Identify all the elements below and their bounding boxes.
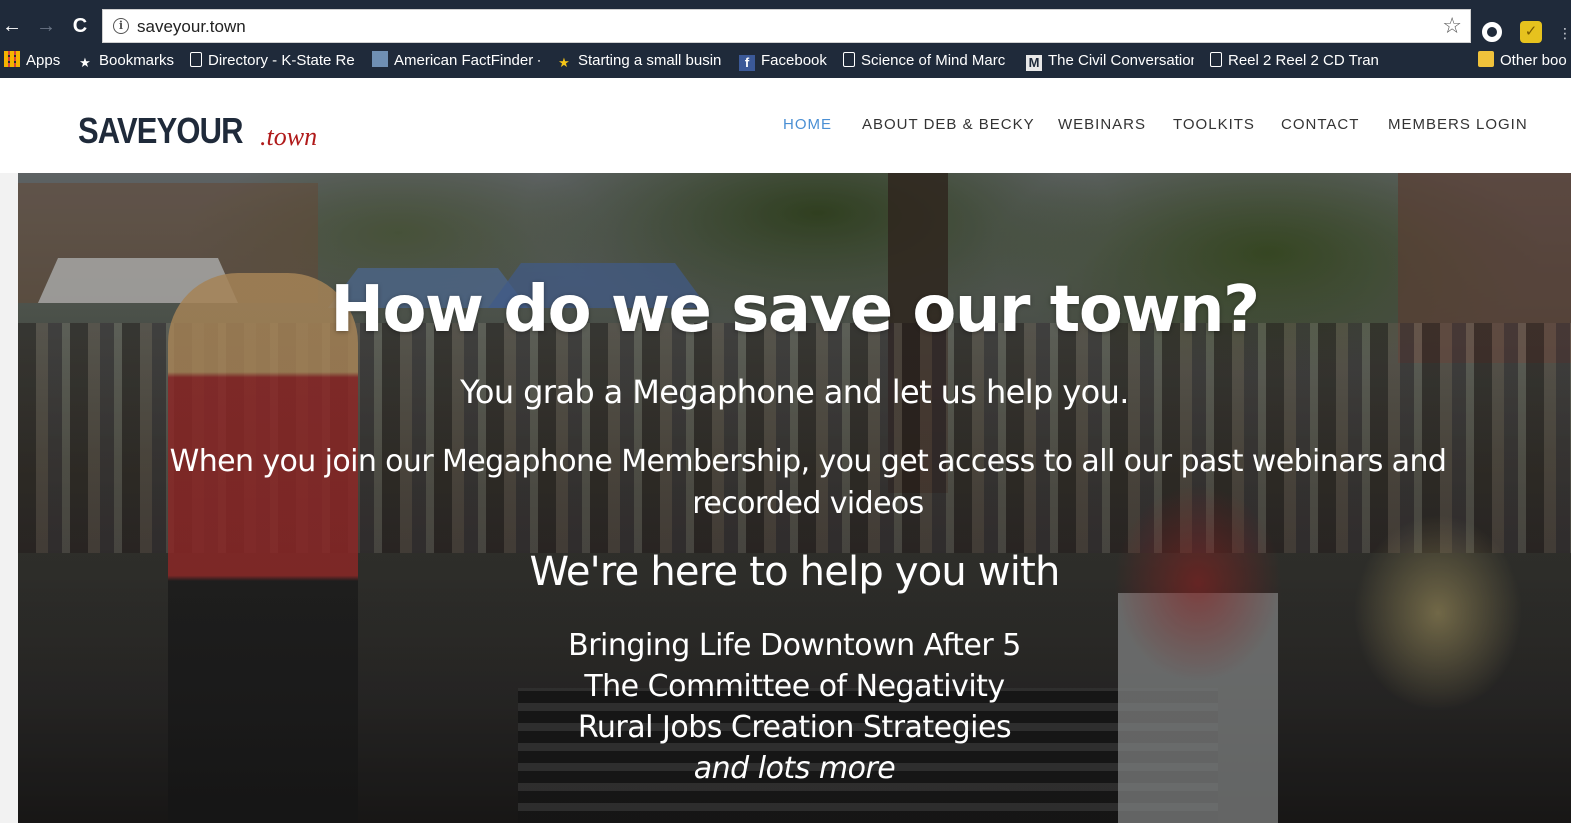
page-icon (190, 52, 202, 67)
tab-strip (0, 0, 1571, 8)
bookmark-american-factfinder[interactable]: American FactFinder - (372, 51, 540, 71)
bookmark-science-of-mind[interactable]: Science of Mind Marc (843, 51, 1011, 71)
star-icon: ★ (79, 55, 91, 70)
hero-subtitle: You grab a Megaphone and let us help you… (460, 373, 1129, 411)
page-left-gutter (0, 78, 18, 823)
site-header: SAVEYOUR .town HOME ABOUT DEB & BECKY WE… (0, 78, 1571, 173)
bookmark-directory[interactable]: Directory - K-State Re (190, 51, 356, 71)
nav-contact[interactable]: CONTACT (1281, 116, 1359, 133)
nav-about-deb-becky[interactable]: ABOUT DEB & BECKY (862, 116, 1035, 133)
help-topics-list: Bringing Life Downtown After 5 The Commi… (18, 625, 1571, 789)
bookmark-reel-2-reel[interactable]: Reel 2 Reel 2 CD Tran (1210, 51, 1378, 71)
bookmark-other-bookmarks[interactable]: Other boo (1478, 51, 1571, 71)
extension-overflow-icon[interactable]: ⋮ (1558, 24, 1571, 42)
hero-title: How do we save our town? (330, 273, 1260, 347)
reload-icon[interactable]: C (68, 14, 92, 38)
list-item: and lots more (693, 751, 896, 786)
list-item: The Committee of Negativity (584, 669, 1005, 704)
forward-arrow-icon[interactable]: → (34, 14, 58, 38)
factfinder-icon (372, 51, 388, 67)
nav-members-login[interactable]: MEMBERS LOGIN (1388, 116, 1528, 133)
site-logo[interactable]: SAVEYOUR .town (78, 110, 317, 152)
help-heading: We're here to help you with (529, 549, 1060, 595)
hero-content: How do we save our town? You grab a Mega… (18, 173, 1571, 823)
hero-banner: How do we save our town? You grab a Mega… (18, 173, 1571, 823)
extension-ring-icon[interactable] (1482, 22, 1502, 42)
folder-icon (1478, 51, 1494, 67)
bookmark-facebook[interactable]: f Facebook (739, 51, 831, 71)
bookmark-star-icon[interactable]: ☆ (1442, 13, 1462, 39)
page-icon (843, 52, 855, 67)
site-info-icon[interactable]: i (113, 18, 129, 34)
list-item: Rural Jobs Creation Strategies (577, 710, 1012, 745)
bookmark-apps[interactable]: Apps (4, 51, 66, 71)
address-bar[interactable]: i saveyour.town ☆ (102, 9, 1471, 43)
list-item: Bringing Life Downtown After 5 (568, 628, 1021, 663)
membership-description: When you join our Megaphone Membership, … (169, 444, 1447, 521)
civil-conversation-icon: M (1026, 55, 1042, 71)
browser-toolbar: ← → C i saveyour.town ☆ ✓ ⋮ (0, 8, 1571, 44)
extension-check-icon[interactable]: ✓ (1520, 21, 1542, 43)
url-text[interactable]: saveyour.town (137, 17, 246, 37)
back-arrow-icon[interactable]: ← (0, 14, 24, 38)
bookmark-starting-small-business[interactable]: ★ Starting a small busin (556, 51, 724, 71)
logo-tld: .town (260, 122, 318, 151)
bookmark-civil-conversation[interactable]: M The Civil Conversation (1026, 51, 1194, 71)
page-icon (1210, 52, 1222, 67)
nav-toolkits[interactable]: TOOLKITS (1173, 116, 1255, 133)
bookmark-bookmarks[interactable]: ★ Bookmarks (77, 51, 177, 71)
nav-home[interactable]: HOME (783, 116, 832, 133)
star-icon: ★ (558, 55, 570, 70)
apps-icon (4, 51, 20, 67)
bookmarks-bar: Apps ★ Bookmarks Directory - K-State Re A… (0, 44, 1571, 78)
logo-wordmark: SAVEYOUR (78, 110, 243, 151)
nav-webinars[interactable]: WEBINARS (1058, 116, 1146, 133)
facebook-icon: f (739, 55, 755, 71)
